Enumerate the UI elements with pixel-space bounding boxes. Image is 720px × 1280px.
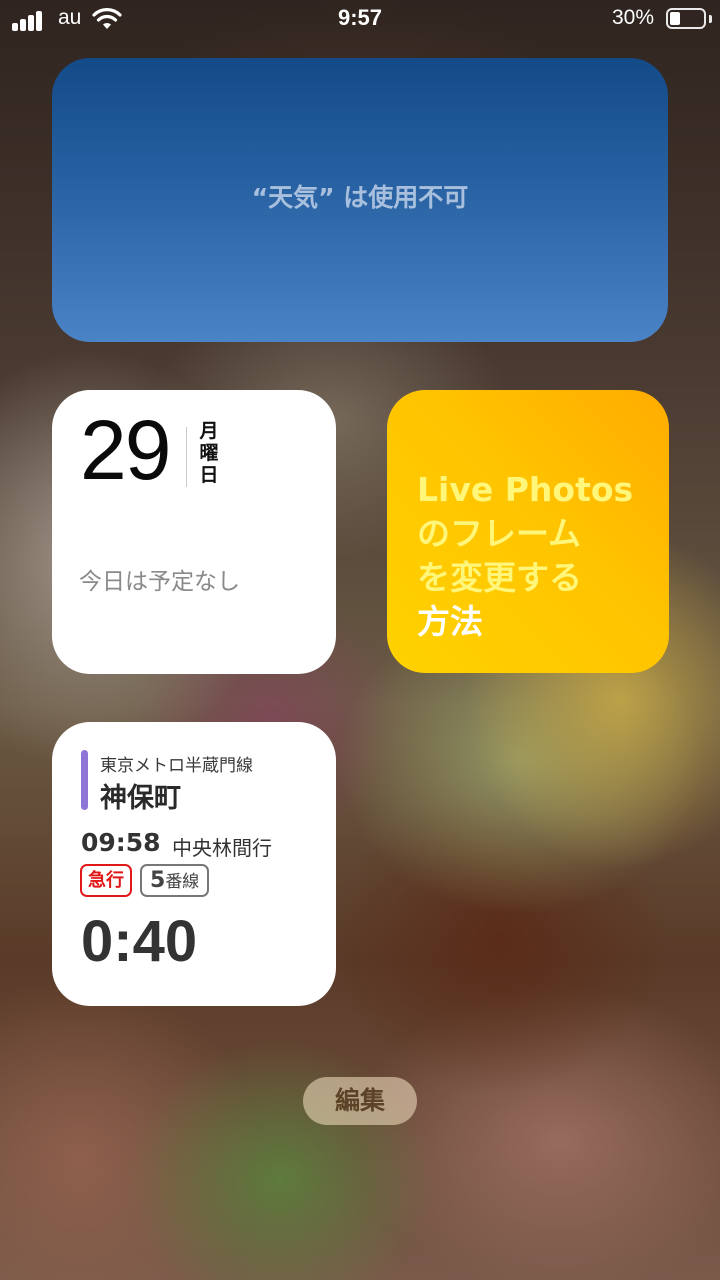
track-badge: 5番線: [140, 864, 210, 897]
transit-widget[interactable]: 東京メトロ半蔵門線 神保町 09:58 中央林間行 急行 5番線 0:40: [52, 722, 336, 1006]
edit-button[interactable]: 編集: [303, 1077, 417, 1125]
departure-countdown: 0:40: [81, 909, 198, 974]
departure-time: 09:58: [81, 828, 161, 857]
train-type-badge: 急行: [80, 864, 132, 897]
battery-percentage: 30%: [611, 6, 654, 29]
line-name: 東京メトロ半蔵門線: [100, 756, 253, 776]
calendar-widget[interactable]: 29 月 曜 日 今日は予定なし: [52, 390, 336, 674]
tips-line: 方法: [417, 602, 483, 641]
calendar-no-events: 今日は予定なし: [79, 569, 240, 595]
tips-line: のフレーム: [417, 514, 582, 553]
tips-line: Live Photos: [417, 470, 634, 509]
tips-title: Live Photos のフレーム を変更する 方法: [417, 468, 657, 644]
weekday-char: 月: [199, 420, 219, 442]
weather-unavailable-message: “天気” は使用不可: [251, 183, 469, 212]
status-bar: au 9:57 30%: [0, 0, 720, 40]
weekday-char: 日: [199, 464, 219, 486]
calendar-divider: [186, 427, 187, 487]
tips-widget[interactable]: Live Photos のフレーム を変更する 方法: [387, 390, 669, 673]
battery-cap: [709, 15, 712, 23]
calendar-day-number: 29: [80, 403, 171, 497]
tips-line: を変更する: [417, 558, 582, 597]
station-name: 神保町: [100, 783, 181, 814]
train-destination: 中央林間行: [172, 836, 272, 860]
battery-level-fill: [670, 12, 680, 25]
weekday-char: 曜: [199, 442, 219, 464]
track-number: 5: [150, 868, 166, 893]
line-color-bar: [81, 750, 88, 810]
track-unit: 番線: [165, 872, 200, 892]
weather-widget[interactable]: “天気” は使用不可: [52, 58, 668, 342]
calendar-weekday: 月 曜 日: [198, 420, 220, 486]
battery-icon: [666, 8, 706, 29]
